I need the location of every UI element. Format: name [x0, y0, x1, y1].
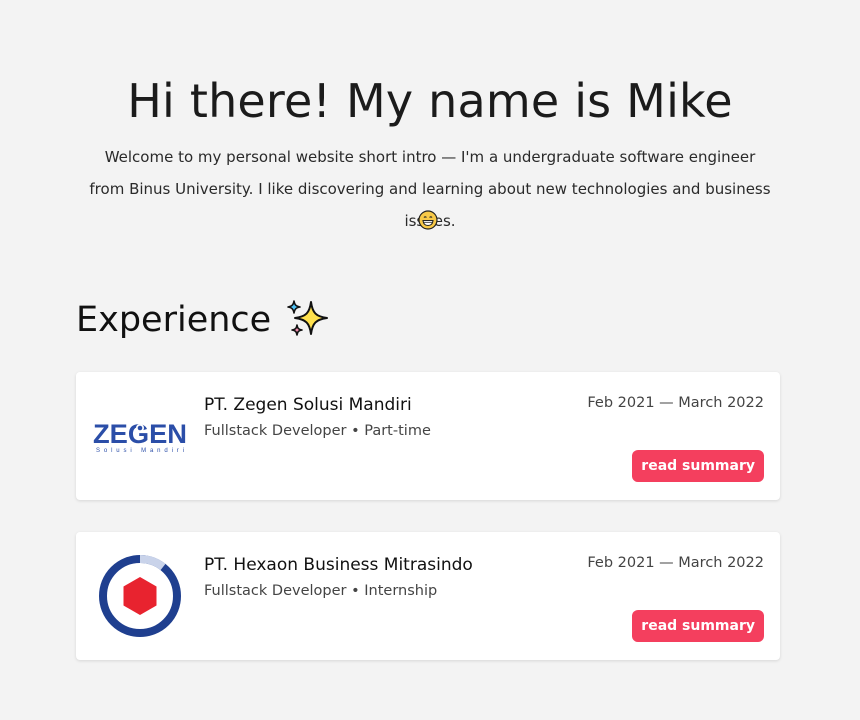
experience-heading: Experience	[76, 296, 329, 344]
read-summary-button[interactable]: read summary	[632, 450, 764, 482]
job-role: Fullstack Developer • Part-time	[204, 423, 431, 439]
hero-title: Hi there! My name is Mike	[127, 74, 733, 128]
hexaon-logo-image	[99, 554, 181, 637]
job-period: Feb 2021 — March 2022	[587, 395, 764, 411]
grinning-face-icon	[418, 210, 438, 230]
sparkles-icon	[287, 300, 329, 336]
job-role: Fullstack Developer • Internship	[204, 583, 438, 599]
job-period: Feb 2021 — March 2022	[587, 555, 764, 571]
company-name: PT. Hexaon Business Mitrasindo	[204, 555, 473, 575]
hexaon-logo	[92, 554, 188, 638]
read-summary-button[interactable]: read summary	[632, 610, 764, 642]
zegen-logo-image: ZEGEN Solusi Mandiri	[93, 419, 187, 454]
page: Hi there! My name is Mike Welcome to my …	[0, 0, 860, 720]
experience-card-hexaon: PT. Hexaon Business Mitrasindo Fullstack…	[76, 532, 780, 660]
experience-heading-text: Experience	[76, 300, 272, 340]
zegen-logo-text: ZEGEN	[93, 419, 187, 449]
company-name: PT. Zegen Solusi Mandiri	[204, 395, 412, 415]
zegen-logo: ZEGEN Solusi Mandiri	[92, 394, 188, 478]
experience-card-zegen: ZEGEN Solusi Mandiri PT. Zegen Solusi Ma…	[76, 372, 780, 500]
